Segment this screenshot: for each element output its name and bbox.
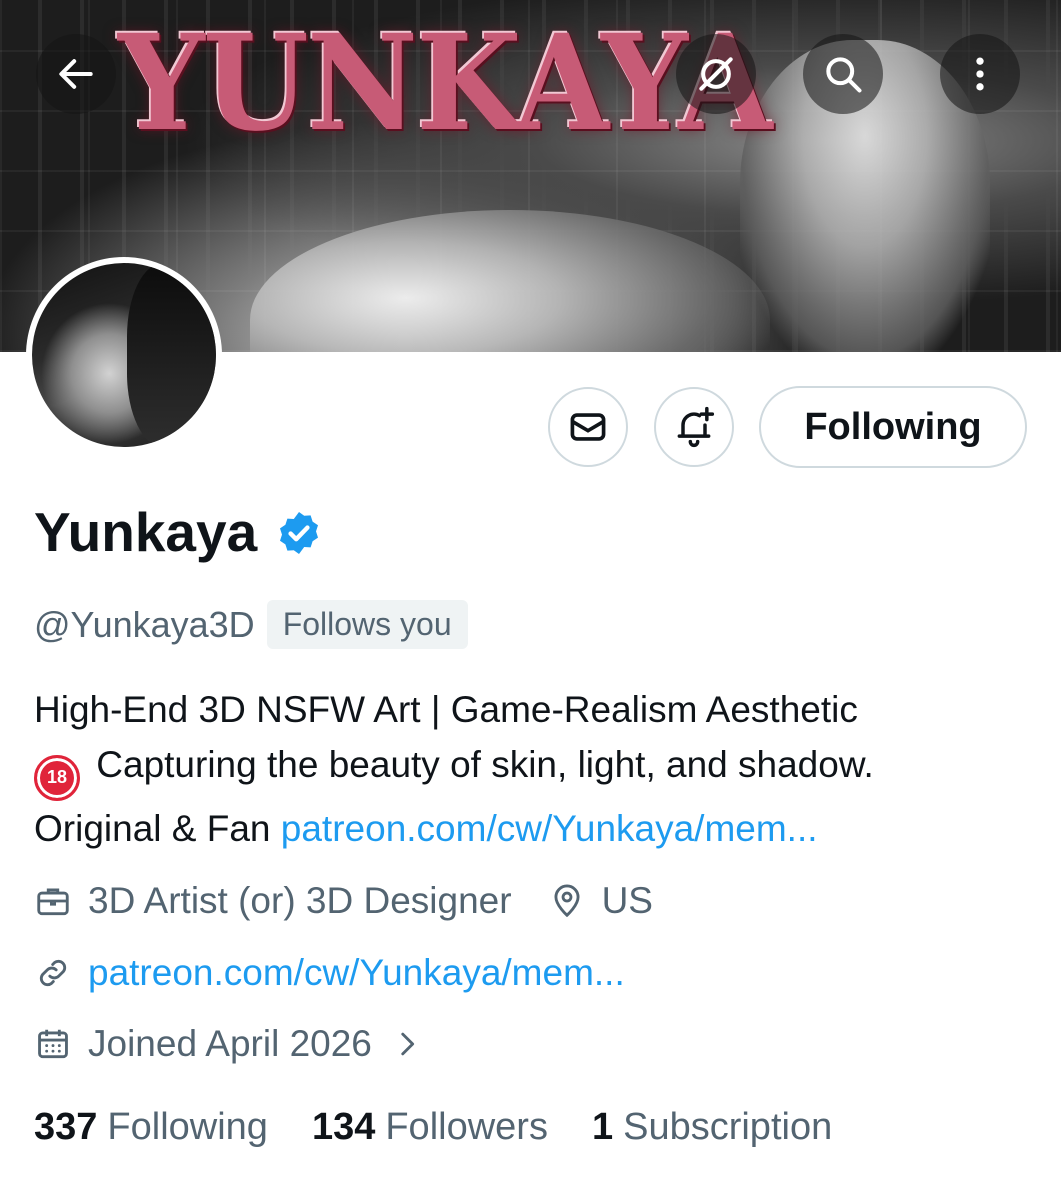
display-name: Yunkaya xyxy=(34,501,258,563)
following-stat[interactable]: 337 Following xyxy=(34,1106,268,1149)
location: US xyxy=(601,880,653,921)
bio-line-3-prefix: Original & Fan xyxy=(34,807,281,849)
bio: High-End 3D NSFW Art | Game-Realism Aest… xyxy=(34,682,1034,856)
following-label: Following xyxy=(107,1106,268,1148)
verified-badge-icon[interactable] xyxy=(275,509,323,557)
bio-link[interactable]: patreon.com/cw/Yunkaya/mem... xyxy=(281,808,818,849)
profession-location-row: 3D Artist (or) 3D Designer US xyxy=(34,880,653,922)
followers-stat[interactable]: 134 Followers xyxy=(312,1106,548,1149)
banner-logo: YUNKAYA xyxy=(118,6,773,161)
search-icon xyxy=(826,57,862,93)
bio-line-2: 18 Capturing the beauty of skin, light, … xyxy=(34,737,1034,801)
joined-row[interactable]: Joined April 2026 xyxy=(34,1023,440,1065)
slash-circle-icon xyxy=(699,57,733,91)
search-button[interactable] xyxy=(803,34,883,114)
avatar-image xyxy=(32,263,216,447)
more-options-button[interactable] xyxy=(940,34,1020,114)
following-button[interactable]: Following xyxy=(759,386,1027,468)
chevron-right-icon xyxy=(401,1032,414,1056)
arrow-left-icon xyxy=(59,59,93,89)
briefcase-icon xyxy=(37,888,69,916)
location-pin-icon xyxy=(554,884,580,918)
profession: 3D Artist (or) 3D Designer xyxy=(88,880,512,921)
followers-count: 134 xyxy=(311,1106,376,1148)
bio-line-1: High-End 3D NSFW Art | Game-Realism Aest… xyxy=(34,689,858,730)
avatar[interactable] xyxy=(26,257,222,453)
website-row: patreon.com/cw/Yunkaya/mem... xyxy=(34,952,625,994)
bio-line-3: Original & Fan patreon.com/cw/Yunkaya/me… xyxy=(34,801,1034,856)
link-icon xyxy=(39,959,67,987)
followers-label: Followers xyxy=(385,1106,548,1148)
calendar-icon xyxy=(38,1029,68,1059)
stats-row: 337 Following 134 Followers 1 Subscription xyxy=(34,1106,876,1149)
bell-plus-icon xyxy=(677,406,715,448)
name-row: Yunkaya xyxy=(34,505,323,560)
notifications-button[interactable] xyxy=(654,387,734,467)
following-count: 337 xyxy=(34,1106,98,1148)
subscription-stat[interactable]: 1 Subscription xyxy=(592,1106,832,1149)
handle: @Yunkaya3D xyxy=(34,603,255,645)
subscription-label: Subscription xyxy=(623,1106,833,1148)
website-link[interactable]: patreon.com/cw/Yunkaya/mem... xyxy=(88,952,625,994)
bio-line-2-text: Capturing the beauty of skin, light, and… xyxy=(96,744,874,785)
back-button[interactable] xyxy=(36,34,116,114)
handle-row: @Yunkaya3D Follows you xyxy=(34,600,468,649)
message-button[interactable] xyxy=(548,387,628,467)
subscription-count: 1 xyxy=(591,1106,614,1148)
no-under-18-icon: 18 xyxy=(34,754,80,801)
follows-you-badge: Follows you xyxy=(266,600,468,649)
more-vertical-icon xyxy=(976,57,984,91)
envelope-icon xyxy=(570,413,606,441)
grok-button[interactable] xyxy=(676,34,756,114)
joined-date: Joined April 2026 xyxy=(88,1023,372,1064)
